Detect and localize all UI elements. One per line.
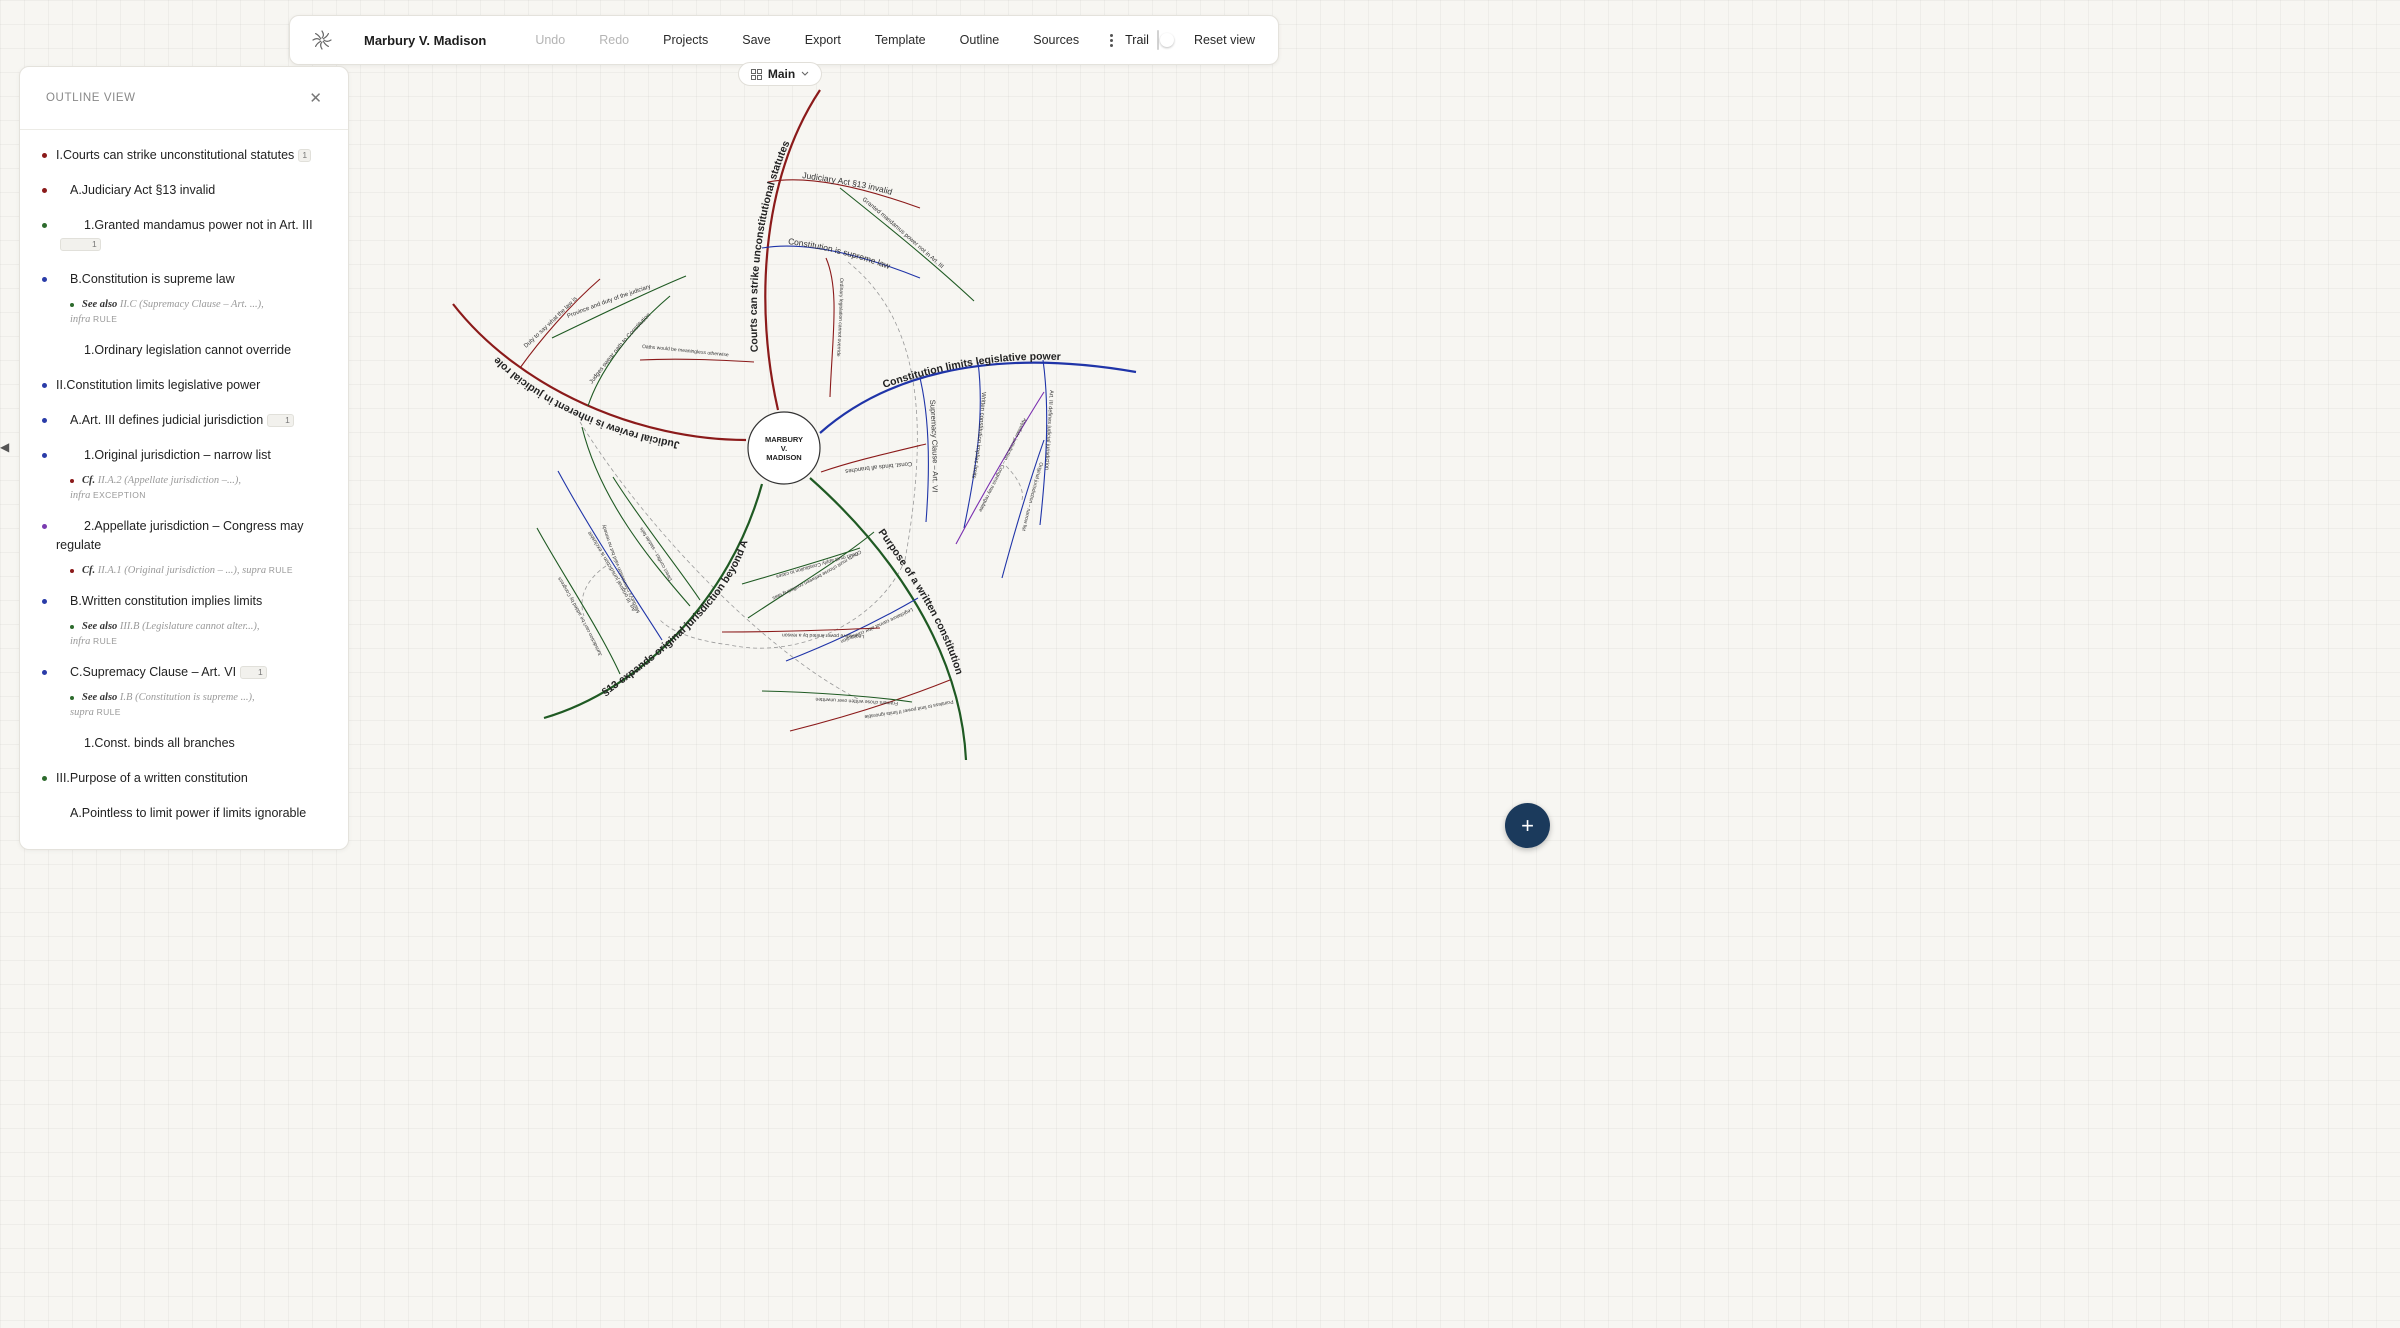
cross-reference[interactable]: See also I.B (Constitution is supreme ..… xyxy=(70,690,322,720)
bullet-icon xyxy=(42,776,47,781)
outline-item[interactable]: 1.Granted mandamus power not in Art. III… xyxy=(42,216,322,254)
save-button[interactable]: Save xyxy=(725,33,788,47)
node-label: Direct conflict – statute fails xyxy=(638,526,673,582)
outline-header: OUTLINE VIEW ✕ xyxy=(20,67,348,130)
bullet-icon xyxy=(70,303,74,307)
outline-item[interactable]: C.Supremacy Clause – Art. VI 1 xyxy=(42,663,322,682)
node-label: Jurisdiction can't be added by Congress xyxy=(557,575,604,656)
outline-item[interactable]: A.Art. III defines judicial jurisdiction… xyxy=(42,411,322,430)
outline-item[interactable]: 2.Appellate jurisdiction – Congress may … xyxy=(42,517,322,555)
close-icon[interactable]: ✕ xyxy=(309,89,322,107)
bullet-icon xyxy=(70,696,74,700)
bullet-icon xyxy=(70,569,74,573)
branch-label-judicial-review: Judicial review is inherent in judicial … xyxy=(491,354,680,451)
bullet-icon xyxy=(42,383,47,388)
template-button[interactable]: Template xyxy=(858,33,943,47)
cross-reference[interactable]: Cf. II.A.1 (Original jurisdiction – ...)… xyxy=(70,563,322,578)
node-label: Constitution is supreme law xyxy=(788,236,893,271)
bullet-icon xyxy=(42,453,47,458)
add-node-button[interactable]: + xyxy=(1505,803,1550,848)
outline-list: I.Courts can strike unconstitutional sta… xyxy=(20,130,348,823)
outline-item[interactable]: A.Judiciary Act §13 invalid xyxy=(42,181,322,200)
view-selector-label: Main xyxy=(767,67,796,81)
outline-panel: OUTLINE VIEW ✕ I.Courts can strike uncon… xyxy=(19,66,349,850)
projects-button[interactable]: Projects xyxy=(646,33,725,47)
trail-label: Trail xyxy=(1125,33,1149,47)
center-node[interactable]: MARBURY V. MADISON xyxy=(747,411,821,485)
bullet-icon xyxy=(42,418,47,423)
trail-toggle[interactable] xyxy=(1156,30,1174,50)
grid-icon xyxy=(750,68,762,80)
outline-item[interactable]: 1.Ordinary legislation cannot override xyxy=(56,341,322,360)
outline-item[interactable]: B.Written constitution implies limits xyxy=(42,592,322,611)
outline-item[interactable]: A.Pointless to limit power if limits ign… xyxy=(56,804,322,823)
app-logo-icon[interactable] xyxy=(310,27,334,53)
collapse-left-icon[interactable]: ◀ xyxy=(0,440,9,454)
bullet-icon xyxy=(42,599,47,604)
bullet-icon xyxy=(42,524,47,529)
node-label: Framers chose written over unwritten xyxy=(815,696,898,706)
top-toolbar: Marbury V. Madison Undo Redo Projects Sa… xyxy=(289,15,1279,65)
cross-reference[interactable]: See also II.C (Supremacy Clause – Art. .… xyxy=(70,297,322,327)
outline-item[interactable]: 1.Original jurisdiction – narrow list xyxy=(42,446,322,465)
export-button[interactable]: Export xyxy=(788,33,858,47)
node-label: Art. III defines judicial jurisdiction xyxy=(1043,390,1054,470)
redo-button[interactable]: Redo xyxy=(582,33,646,47)
undo-button[interactable]: Undo xyxy=(518,33,582,47)
outline-item[interactable]: I.Courts can strike unconstitutional sta… xyxy=(42,146,322,165)
outline-item[interactable]: B.Constitution is supreme law xyxy=(42,270,322,289)
sources-button[interactable]: Sources xyxy=(1016,33,1096,47)
center-line-1: MARBURY xyxy=(765,435,803,444)
bullet-icon xyxy=(70,479,74,483)
bullet-icon xyxy=(42,670,47,675)
node-label: Province and duty of the judiciary xyxy=(567,284,652,320)
outline-title: OUTLINE VIEW xyxy=(46,92,136,104)
note-count-badge: 1 xyxy=(267,414,294,427)
chevron-down-icon xyxy=(801,71,809,76)
view-selector[interactable]: Main xyxy=(738,62,822,86)
branch-label-purpose: Purpose of a written constitution xyxy=(876,527,966,676)
center-line-2: V. xyxy=(781,444,787,453)
note-count-badge: 1 xyxy=(240,666,267,679)
more-menu-icon[interactable] xyxy=(1096,33,1125,47)
outline-item[interactable]: II.Constitution limits legislative power xyxy=(42,376,322,395)
center-line-3: MADISON xyxy=(766,453,801,462)
node-label: Legislative power limited by a reason xyxy=(782,632,864,639)
document-title[interactable]: Marbury V. Madison xyxy=(364,33,486,48)
node-label: Supremacy Clause – Art. VI xyxy=(928,399,940,492)
bullet-icon xyxy=(42,153,47,158)
node-label: Marbury's commission valid but no remedy xyxy=(601,523,642,614)
cross-reference[interactable]: Cf. II.A.2 (Appellate jurisdiction –...)… xyxy=(70,473,322,503)
cross-reference[interactable]: See also III.B (Legislature cannot alter… xyxy=(70,619,322,649)
node-label: Duty to say what the law is xyxy=(523,296,579,349)
bullet-icon xyxy=(42,277,47,282)
node-label: Oaths would be meaningless otherwise xyxy=(642,344,729,358)
bullet-icon xyxy=(42,223,47,228)
note-count-badge: 1 xyxy=(60,238,101,251)
outline-item[interactable]: 1.Const. binds all branches xyxy=(56,734,322,753)
outline-button[interactable]: Outline xyxy=(943,33,1017,47)
outline-item[interactable]: III.Purpose of a written constitution xyxy=(42,769,322,788)
node-label: Judiciary Act §13 invalid xyxy=(802,170,894,197)
node-label: Appellate jurisdiction – Congress may re… xyxy=(977,417,1028,513)
bullet-icon xyxy=(42,188,47,193)
node-label: Ordinary legislation cannot override xyxy=(835,278,844,357)
note-count-badge: 1 xyxy=(298,149,312,162)
node-label: Written constitution implies limits xyxy=(970,392,986,479)
bullet-icon xyxy=(70,625,74,629)
reset-view-button[interactable]: Reset view xyxy=(1177,33,1272,47)
